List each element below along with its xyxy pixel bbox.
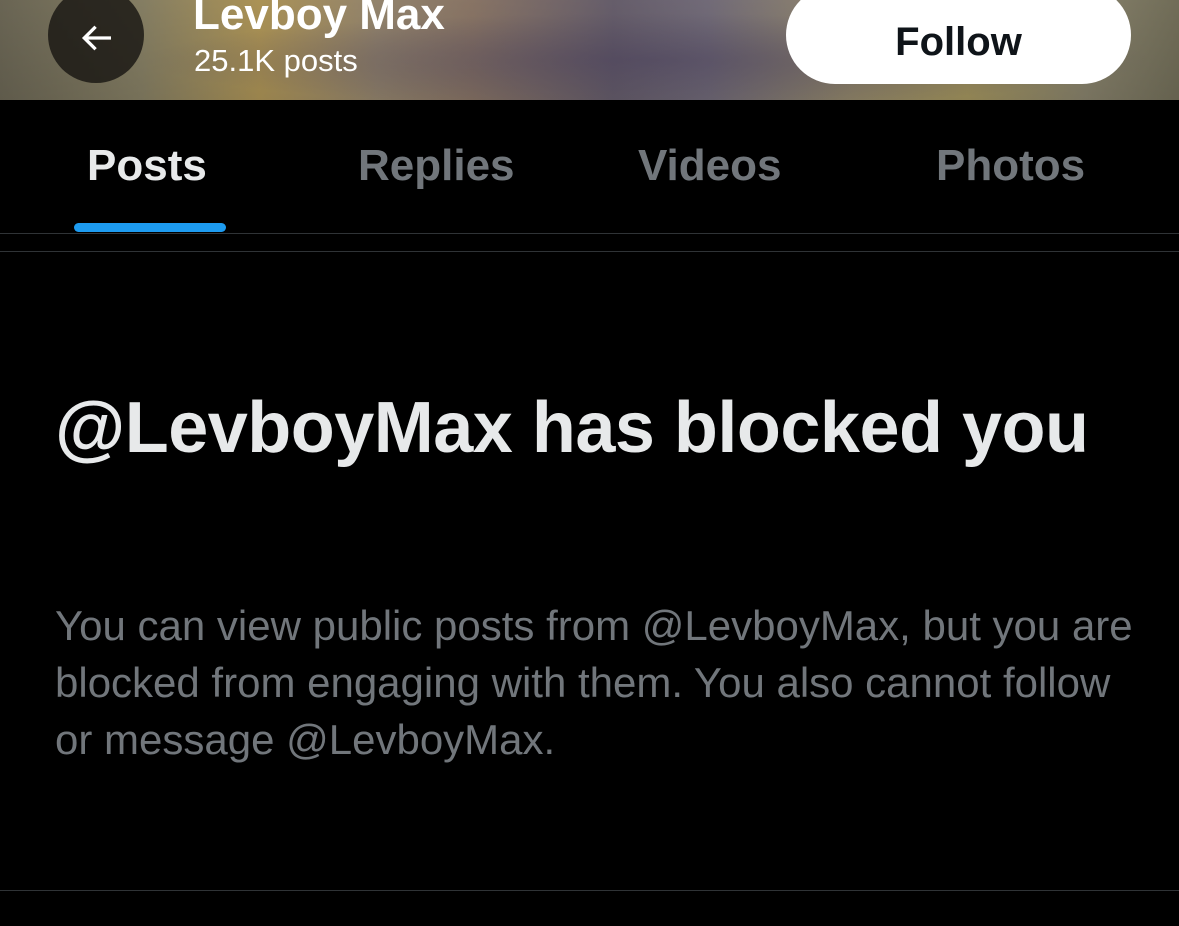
profile-tabs: Posts Replies Videos Photos (0, 100, 1179, 234)
tab-replies[interactable]: Replies (358, 140, 515, 192)
profile-name: Levboy Max (193, 0, 445, 39)
blocked-title: @LevboyMax has blocked you (55, 388, 1089, 468)
arrow-left-icon (81, 25, 111, 51)
bottom-divider (0, 890, 1179, 891)
blocked-description: You can view public posts from @LevboyMa… (55, 602, 1133, 763)
section-divider (0, 251, 1179, 252)
tab-videos[interactable]: Videos (638, 140, 781, 192)
tab-photos[interactable]: Photos (936, 140, 1085, 192)
tab-posts[interactable]: Posts (87, 140, 207, 192)
follow-button[interactable]: Follow (786, 0, 1131, 84)
post-count: 25.1K posts (194, 43, 358, 78)
profile-header: Levboy Max 25.1K posts Follow (0, 0, 1179, 100)
active-tab-indicator (74, 223, 226, 232)
profile-page: Levboy Max 25.1K posts Follow Posts Repl… (0, 0, 1179, 926)
back-button[interactable] (48, 0, 144, 83)
